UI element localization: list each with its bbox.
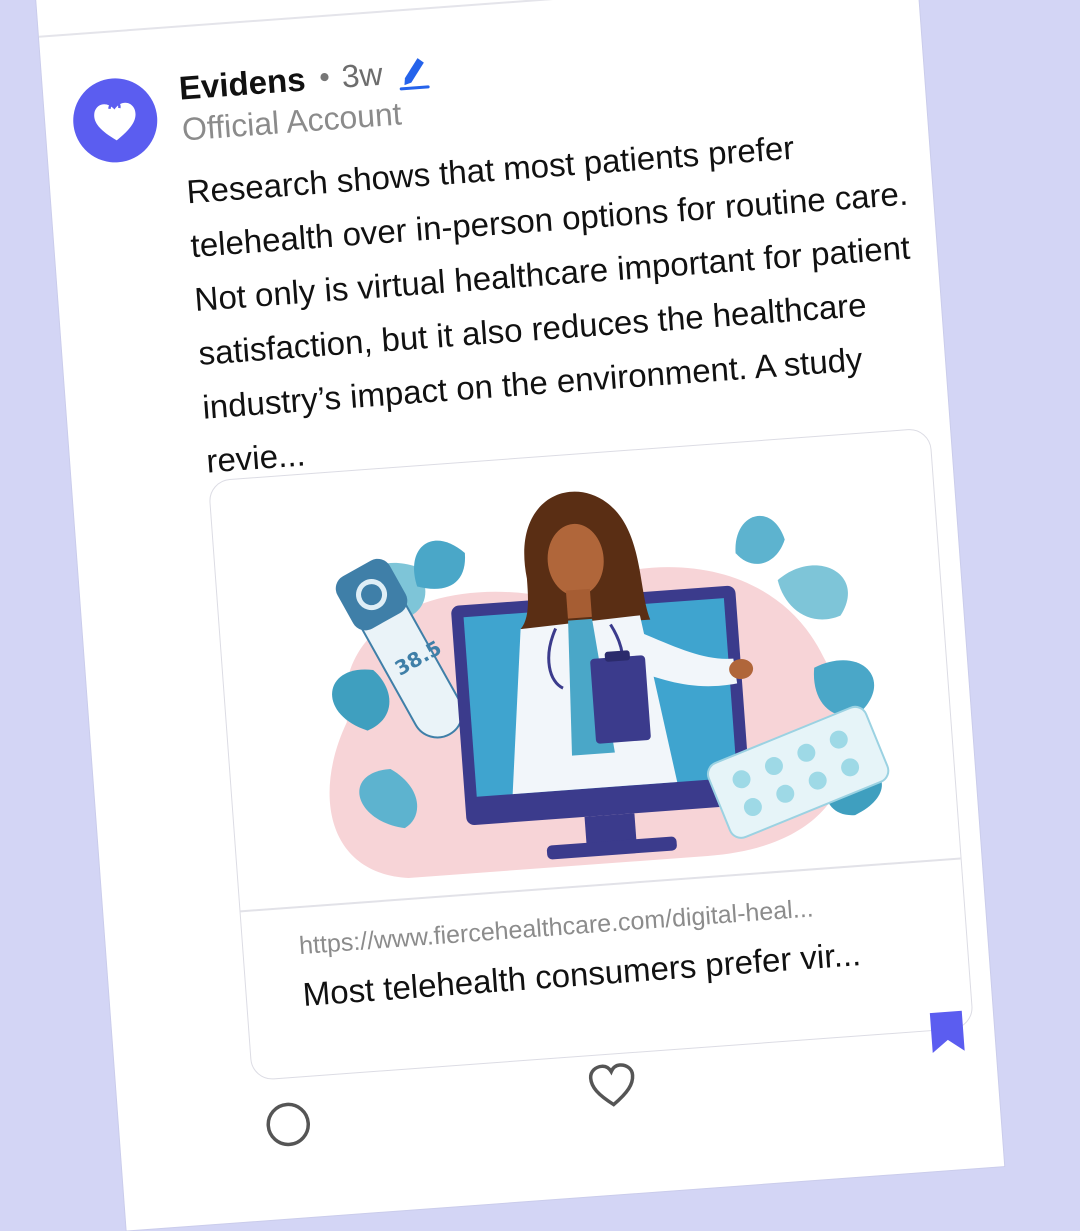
- author-name[interactable]: Evidens: [178, 60, 307, 107]
- bookmark-icon[interactable]: [928, 1009, 967, 1056]
- heart-icon[interactable]: [586, 1061, 639, 1111]
- comment-icon[interactable]: [263, 1099, 314, 1150]
- separator-dot: •: [318, 60, 331, 95]
- post-text[interactable]: Research shows that most patients prefer…: [185, 112, 937, 489]
- post-age: 3w: [340, 55, 384, 95]
- edit-icon[interactable]: [395, 51, 432, 91]
- post-card: Evidens • 3w Official Account Research s…: [35, 0, 1005, 1231]
- heart-logo-icon: [94, 102, 136, 141]
- telehealth-illustration: 38.5: [329, 491, 890, 878]
- link-preview-card[interactable]: 38.5 https://www.fiercehealthcare.com/di…: [207, 427, 975, 1081]
- avatar[interactable]: [70, 75, 161, 166]
- top-divider: [38, 0, 917, 38]
